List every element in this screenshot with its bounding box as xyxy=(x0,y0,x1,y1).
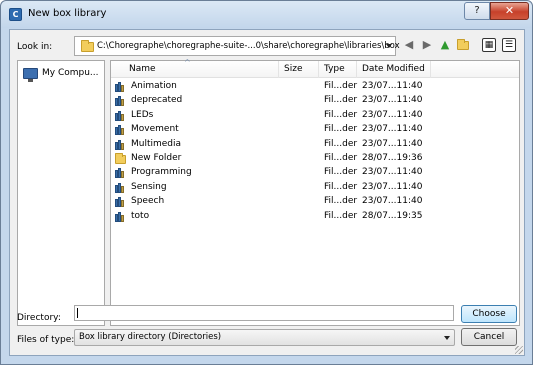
cell-type: Fil...der xyxy=(324,167,358,178)
box-library-icon xyxy=(115,96,125,107)
cell-name: Programming xyxy=(131,167,192,178)
sidebar-item-label: My Compu... xyxy=(42,68,99,78)
cell-date: 23/07...11:40 xyxy=(362,81,423,91)
detail-view-icon[interactable]: ☰ xyxy=(502,38,516,52)
new-folder-glyph xyxy=(457,39,469,50)
cell-date: 23/07...11:40 xyxy=(362,109,423,120)
cell-name: New Folder xyxy=(131,153,182,163)
cell-name: Speech xyxy=(131,196,165,207)
box-library-icon xyxy=(115,168,125,179)
resize-grip-icon[interactable] xyxy=(515,346,523,354)
back-icon[interactable]: ◀ xyxy=(402,38,416,52)
folder-icon xyxy=(115,153,126,164)
table-row[interactable]: Sensing Fil...der 23/07...11:40 xyxy=(111,181,519,195)
cell-name: toto xyxy=(131,210,150,221)
table-row[interactable]: Programming Fil...der 23/07...11:40 xyxy=(111,166,519,180)
cell-date: 23/07...11:40 xyxy=(362,167,423,178)
cell-name: Multimedia xyxy=(131,138,182,149)
files-of-type-label: Files of type: xyxy=(17,335,75,345)
cell-date: 23/07...11:40 xyxy=(362,95,423,106)
cell-date: 28/07...19:36 xyxy=(362,153,423,163)
table-row[interactable]: LEDs Fil...der 23/07...11:40 xyxy=(111,109,519,123)
box-library-icon xyxy=(115,110,125,121)
cell-name: Animation xyxy=(131,81,177,91)
look-in-combobox[interactable]: C:\Choregraphe\choregraphe-suite-...0\sh… xyxy=(74,36,400,56)
new-folder-icon[interactable] xyxy=(456,38,470,52)
look-in-path: C:\Choregraphe\choregraphe-suite-...0\sh… xyxy=(97,41,400,51)
window-title: New box library xyxy=(28,8,107,19)
box-library-icon xyxy=(115,139,125,150)
table-row[interactable]: New Folder Fil...der 28/07...19:36 xyxy=(111,152,519,166)
box-library-icon xyxy=(115,197,125,208)
box-library-icon xyxy=(115,211,125,222)
dialog-body: Look in: C:\Choregraphe\choregraphe-suit… xyxy=(9,29,525,356)
cell-type: Fil...der xyxy=(324,181,358,192)
column-header-size[interactable]: Size xyxy=(279,61,319,78)
cell-date: 23/07...11:40 xyxy=(362,124,423,135)
box-library-icon xyxy=(115,82,125,92)
dialog-window: C New box library ? ✕ Look in: C:\Choreg… xyxy=(0,0,533,365)
file-list-header: Name ^ Size Type Date Modified xyxy=(111,58,519,78)
cell-date: 23/07...11:40 xyxy=(362,196,423,207)
parent-folder-icon[interactable]: ▲ xyxy=(438,38,452,52)
cell-name: Sensing xyxy=(131,181,167,192)
column-name-label: Name xyxy=(129,64,156,74)
cancel-button[interactable]: Cancel xyxy=(461,328,517,346)
box-library-icon xyxy=(115,125,125,136)
cell-type: Fil...der xyxy=(324,210,358,221)
table-row[interactable]: Multimedia Fil...der 23/07...11:40 xyxy=(111,138,519,152)
list-view-icon[interactable]: ▦ xyxy=(482,38,496,52)
cell-date: 28/07...19:35 xyxy=(362,210,423,221)
cell-type: Fil...der xyxy=(324,138,358,149)
box-library-icon xyxy=(115,182,125,193)
chevron-down-icon[interactable] xyxy=(386,44,392,48)
table-row[interactable]: Animation Fil...der 23/07...11:40 xyxy=(111,80,519,94)
cell-date: 23/07...11:40 xyxy=(362,181,423,192)
cell-name: deprecated xyxy=(131,95,183,106)
choose-button[interactable]: Choose xyxy=(461,305,517,323)
forward-icon[interactable]: ▶ xyxy=(420,38,434,52)
directory-input[interactable] xyxy=(74,305,454,321)
cell-date: 23/07...11:40 xyxy=(362,138,423,149)
column-header-type[interactable]: Type xyxy=(319,61,357,78)
files-of-type-selected: Box library directory (Directories) xyxy=(79,332,222,342)
help-button[interactable]: ? xyxy=(464,2,490,20)
close-button[interactable]: ✕ xyxy=(490,2,529,20)
table-row[interactable]: Speech Fil...der 23/07...11:40 xyxy=(111,195,519,209)
cell-type: Fil...der xyxy=(324,109,358,120)
table-row[interactable]: deprecated Fil...der 23/07...11:40 xyxy=(111,94,519,108)
column-header-date[interactable]: Date Modified xyxy=(357,61,431,78)
column-header-name[interactable]: Name ^ xyxy=(111,58,279,78)
folder-icon xyxy=(81,40,94,52)
cell-type: Fil...der xyxy=(324,95,358,106)
choregraphe-app-icon: C xyxy=(9,8,22,21)
file-list[interactable]: Name ^ Size Type Date Modified Animation… xyxy=(110,58,520,326)
table-row[interactable]: toto Fil...der 28/07...19:35 xyxy=(111,210,519,224)
cell-name: LEDs xyxy=(131,109,154,120)
text-caret xyxy=(77,308,78,318)
cell-type: Fil...der xyxy=(324,196,358,207)
cell-name: Movement xyxy=(131,124,179,135)
title-bar[interactable]: C New box library ? ✕ xyxy=(1,1,532,28)
cell-type: Fil...der xyxy=(324,81,358,91)
cell-type: Fil...der xyxy=(324,153,358,163)
files-of-type-combobox[interactable]: Box library directory (Directories) xyxy=(74,329,455,346)
directory-label: Directory: xyxy=(17,313,61,323)
sort-ascending-icon: ^ xyxy=(184,58,191,67)
sidebar: My Compu... xyxy=(17,60,105,326)
look-in-label: Look in: xyxy=(17,42,53,52)
computer-icon xyxy=(23,68,38,82)
chevron-down-icon[interactable] xyxy=(444,336,450,340)
table-row[interactable]: Movement Fil...der 23/07...11:40 xyxy=(111,123,519,137)
cell-type: Fil...der xyxy=(324,124,358,135)
